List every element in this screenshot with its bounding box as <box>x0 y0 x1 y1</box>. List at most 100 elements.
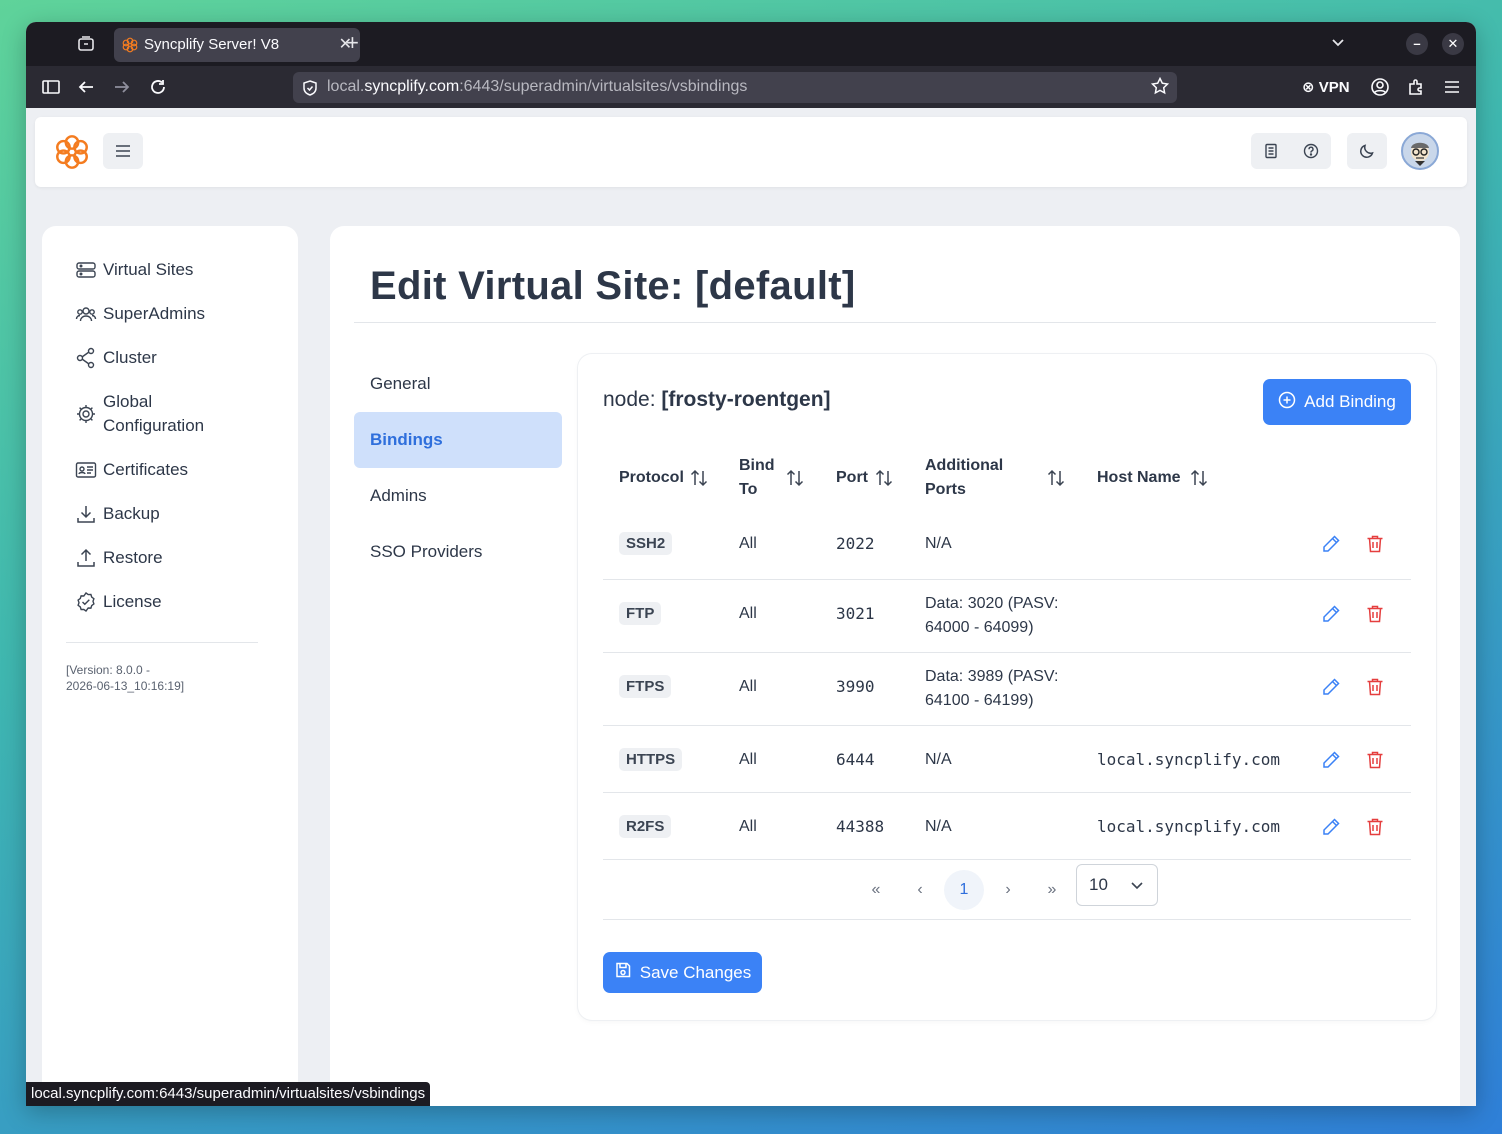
help-icon[interactable] <box>1301 141 1321 161</box>
subnav-item-bindings[interactable]: Bindings <box>354 412 562 468</box>
app-header <box>35 117 1467 187</box>
account-icon[interactable] <box>1369 76 1391 98</box>
add-binding-button[interactable]: Add Binding <box>1263 379 1411 425</box>
save-changes-label: Save Changes <box>639 962 752 982</box>
protocol-badge: HTTPS <box>619 748 683 771</box>
browser-tab[interactable]: Syncplify Server! V8 ✕ <box>114 28 360 62</box>
port-cell: 2022 <box>836 534 875 553</box>
dark-mode-moon-icon[interactable] <box>1347 133 1387 169</box>
bindings-card: node: [frosty-roentgen] Add Binding Prot… <box>578 354 1436 1020</box>
sidebar-item-license[interactable]: License <box>75 590 162 614</box>
additional-ports-cell: N/A <box>925 751 952 768</box>
log-document-icon[interactable] <box>1261 141 1281 161</box>
new-tab-icon[interactable]: + <box>346 30 359 56</box>
subnav-item-general[interactable]: General <box>354 356 562 412</box>
protocol-badge: SSH2 <box>619 532 673 555</box>
sort-icon[interactable] <box>785 467 805 489</box>
additional-ports-cell: Data: 3020 (PASV: 64000 - 64099) <box>925 595 1059 636</box>
column-bind-to[interactable]: Bind To <box>739 454 775 502</box>
tab-overview-icon[interactable] <box>76 34 96 54</box>
menu-icon[interactable] <box>1441 76 1463 98</box>
bind-to-cell: All <box>739 818 757 835</box>
delete-trash-icon[interactable] <box>1364 749 1386 771</box>
status-bar-url: local.syncplify.com:6443/superadmin/virt… <box>26 1082 431 1106</box>
sort-icon[interactable] <box>874 467 894 489</box>
shield-icon[interactable] <box>301 79 319 97</box>
column-host-name[interactable]: Host Name <box>1097 466 1181 490</box>
sort-icon[interactable] <box>689 467 709 489</box>
subnav-item-admins[interactable]: Admins <box>354 468 562 524</box>
bind-to-cell: All <box>739 535 757 552</box>
vpn-badge[interactable]: ⊗ VPN <box>1302 78 1350 96</box>
chevron-down-icon <box>1129 877 1145 898</box>
url-text[interactable]: local.syncplify.com:6443/superadmin/virt… <box>327 78 747 96</box>
add-binding-label: Add Binding <box>1304 392 1396 411</box>
version-date: 2026-06-13_10:16:19] <box>66 679 185 693</box>
sidebar-item-global-configuration[interactable]: Global Configuration <box>75 390 215 438</box>
next-page-button[interactable]: › <box>988 870 1028 910</box>
prev-page-button[interactable]: ‹ <box>900 870 940 910</box>
first-page-button[interactable]: « <box>856 870 896 910</box>
delete-trash-icon[interactable] <box>1364 676 1386 698</box>
syncplify-logo-icon[interactable] <box>53 133 91 171</box>
bind-to-cell: All <box>739 605 757 622</box>
minimize-icon[interactable]: – <box>1406 33 1428 55</box>
delete-trash-icon[interactable] <box>1364 816 1386 838</box>
edit-pencil-icon[interactable] <box>1320 676 1342 698</box>
reload-icon[interactable] <box>147 76 169 98</box>
edit-pencil-icon[interactable] <box>1320 816 1342 838</box>
delete-trash-icon[interactable] <box>1364 533 1386 555</box>
sidebar-item-cluster[interactable]: Cluster <box>75 346 157 370</box>
sort-icon[interactable] <box>1189 467 1209 489</box>
column-port[interactable]: Port <box>836 466 868 490</box>
additional-ports-cell: N/A <box>925 818 952 835</box>
url-bar[interactable]: local.syncplify.com:6443/superadmin/virt… <box>293 72 1177 103</box>
table-header: Protocol Bind To Port Additional Ports Hos… <box>603 450 1411 506</box>
version-line: [Version: 8.0.0 - <box>66 663 151 677</box>
page-size-select[interactable]: 10 <box>1076 864 1158 906</box>
sidebar-item-virtual-sites[interactable]: Virtual Sites <box>75 258 193 282</box>
protocol-badge: R2FS <box>619 815 672 838</box>
subnav-item-sso-providers[interactable]: SSO Providers <box>354 524 562 580</box>
forward-arrow-icon[interactable] <box>111 76 133 98</box>
bind-to-cell: All <box>739 751 757 768</box>
host-name-cell: local.syncplify.com <box>1097 750 1281 769</box>
back-arrow-icon[interactable] <box>75 76 97 98</box>
upload-icon <box>75 547 97 569</box>
delete-trash-icon[interactable] <box>1364 603 1386 625</box>
edit-pencil-icon[interactable] <box>1320 749 1342 771</box>
port-cell: 6444 <box>836 750 875 769</box>
sidebar-item-restore[interactable]: Restore <box>75 546 163 570</box>
sidebar-item-label: SuperAdmins <box>103 304 206 323</box>
column-protocol[interactable]: Protocol <box>619 466 684 490</box>
hamburger-menu-icon[interactable] <box>103 133 143 169</box>
edit-pencil-icon[interactable] <box>1320 603 1342 625</box>
node-name: [frosty-roentgen] <box>661 388 831 411</box>
nav-bar: local.syncplify.com:6443/superadmin/virt… <box>26 66 1476 108</box>
last-page-button[interactable]: » <box>1032 870 1072 910</box>
node-label: node: [frosty-roentgen] <box>603 388 831 411</box>
save-changes-button[interactable]: Save Changes <box>603 952 762 993</box>
sidebar-item-backup[interactable]: Backup <box>75 502 160 526</box>
sidebar-item-label: License <box>103 592 162 611</box>
protocol-badge: FTPS <box>619 675 672 698</box>
sidebar-item-certificates[interactable]: Certificates <box>75 458 188 482</box>
table-row: FTP All 3021 Data: 3020 (PASV: 64000 - 64… <box>603 580 1411 653</box>
sort-icon[interactable] <box>1046 467 1066 489</box>
extensions-icon[interactable] <box>1405 76 1427 98</box>
window-close-icon[interactable]: ✕ <box>1442 33 1464 55</box>
edit-pencil-icon[interactable] <box>1320 533 1342 555</box>
bookmark-star-icon[interactable] <box>1150 76 1170 100</box>
sidebar-item-superadmins[interactable]: SuperAdmins <box>75 302 205 326</box>
sidebar-toggle-icon[interactable] <box>40 76 62 98</box>
page-size-value: 10 <box>1089 875 1108 894</box>
gear-icon <box>75 403 97 425</box>
additional-ports-cell: Data: 3989 (PASV: 64100 - 64199) <box>925 668 1059 709</box>
user-avatar[interactable] <box>1401 132 1439 170</box>
table-row: R2FS All 44388 N/A local.syncplify.com <box>603 793 1411 860</box>
tab-title: Syncplify Server! V8 <box>144 36 280 53</box>
sidebar-item-label: Restore <box>103 548 163 567</box>
column-additional-ports[interactable]: Additional Ports <box>925 454 1003 502</box>
tab-list-chevron-icon[interactable] <box>1330 34 1346 55</box>
current-page-button[interactable]: 1 <box>944 870 984 910</box>
